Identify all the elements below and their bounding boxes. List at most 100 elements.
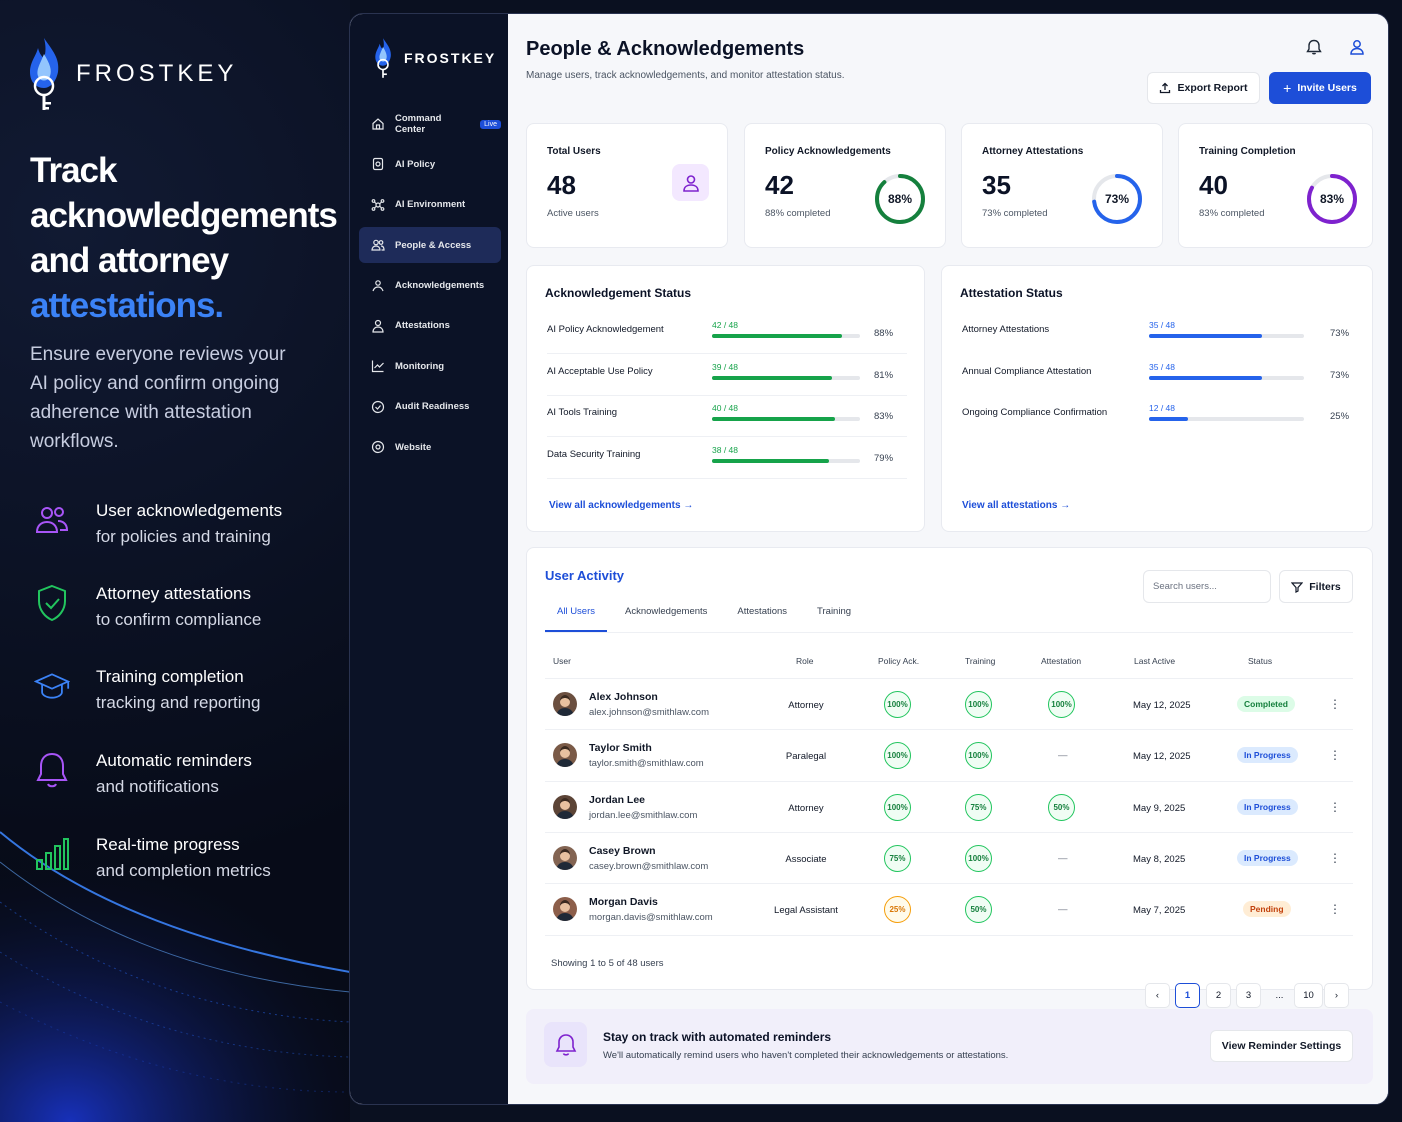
stat-caption: 73% completed [982, 208, 1048, 219]
hero-line-3: and attorney [30, 241, 229, 280]
policy-ack-badge: 75% [884, 844, 911, 872]
bell-icon[interactable] [1305, 38, 1323, 56]
more-options-icon[interactable]: ⋮ [1329, 697, 1341, 711]
section-title: Attestation Status [960, 286, 1063, 300]
bell-icon [34, 748, 70, 792]
sidebar-logo[interactable]: FROSTKEY [372, 36, 496, 80]
sidebar-item-ai-policy[interactable]: AI Policy [359, 146, 501, 182]
progress-bar [1149, 334, 1304, 338]
user-name: Alex Johnson [589, 691, 658, 703]
user-email: morgan.davis@smithlaw.com [589, 912, 713, 924]
sidebar-item-attestations[interactable]: Attestations [359, 308, 501, 344]
arrow-right-icon: → [683, 500, 694, 511]
table-row[interactable]: Morgan Davis morgan.davis@smithlaw.com L… [545, 883, 1353, 934]
policy-ack-badge: 100% [884, 793, 911, 821]
sidebar-nav: Command Center Live AI Policy AI Environ… [359, 106, 501, 470]
sidebar-item-label: Monitoring [395, 360, 445, 372]
table-row[interactable]: Alex Johnson alex.johnson@smithlaw.com A… [545, 678, 1353, 729]
invite-users-button[interactable]: + Invite Users [1269, 72, 1371, 104]
hero-subtitle: Ensure everyone reviews your AI policy a… [30, 344, 286, 452]
filters-button[interactable]: Filters [1279, 570, 1353, 603]
row-label: AI Tools Training [547, 407, 618, 418]
export-report-button[interactable]: Export Report [1147, 72, 1260, 104]
progress-ring: 88% [875, 174, 925, 224]
sidebar-item-website[interactable]: Website [359, 429, 501, 465]
last-active: May 12, 2025 [1133, 700, 1191, 711]
tab-training[interactable]: Training [805, 598, 863, 632]
sidebar-item-label: AI Environment [395, 199, 466, 211]
sidebar-item-monitoring[interactable]: Monitoring [359, 348, 501, 384]
attestation-badge: — [1058, 852, 1068, 864]
prev-page-button[interactable]: ‹ [1145, 983, 1170, 1008]
sidebar-item-label: Attestations [395, 320, 450, 332]
table-row[interactable]: Taylor Smith taylor.smith@smithlaw.com P… [545, 729, 1353, 780]
view-all-acknowledgements-link[interactable]: View all acknowledgements → [549, 500, 693, 511]
tab-all-users[interactable]: All Users [545, 598, 608, 632]
stat-card-attorney-attestations: Attorney Attestations 35 73% completed 7… [961, 123, 1163, 248]
arrow-right-icon: → [1060, 500, 1071, 511]
more-options-icon[interactable]: ⋮ [1329, 851, 1341, 865]
user-profile-icon[interactable] [1348, 38, 1366, 56]
column-header: Last Active [1134, 656, 1176, 666]
activity-tabs: All Users Acknowledgements Attestations … [545, 598, 863, 632]
sidebar-item-command-center[interactable]: Command Center Live [359, 106, 501, 142]
stat-card-training-completion: Training Completion 40 83% completed 83% [1178, 123, 1373, 248]
progress-row: Data Security Training 38 / 48 79% [547, 439, 907, 479]
user-role: Paralegal [785, 751, 827, 763]
feature-title: Real-time progress [96, 835, 240, 854]
page-button[interactable]: 10 [1294, 983, 1323, 1008]
column-header: Training [965, 656, 996, 666]
hero-heading: Track acknowledgements and attorney atte… [30, 148, 340, 328]
sidebar-item-acknowledgements[interactable]: Acknowledgements [359, 268, 501, 304]
person-badge-icon [372, 319, 384, 333]
next-page-button[interactable]: › [1324, 983, 1349, 1008]
link-label: View all attestations [962, 500, 1058, 511]
user-name: Jordan Lee [589, 793, 646, 806]
invite-users-label: Invite Users [1297, 82, 1357, 94]
link-label: View all acknowledgements [549, 500, 681, 511]
progress-bar [1149, 375, 1304, 380]
row-fraction: 39 / 48 [712, 361, 738, 372]
more-options-icon[interactable]: ⋮ [1329, 800, 1341, 814]
tab-acknowledgements[interactable]: Acknowledgements [613, 598, 719, 632]
status-badge: Completed [1237, 696, 1295, 712]
sidebar-item-people-access[interactable]: People & Access [359, 227, 501, 264]
table-row[interactable]: Casey Brown casey.brown@smithlaw.com Ass… [545, 831, 1353, 883]
reminder-title: Stay on track with automated reminders [603, 1030, 832, 1044]
tab-attestations[interactable]: Attestations [725, 598, 799, 632]
view-all-attestations-link[interactable]: View all attestations → [962, 500, 1070, 511]
app-window: FROSTKEY Command Center Live AI Policy A… [349, 13, 1389, 1105]
column-header: Role [796, 656, 814, 666]
page-button[interactable]: 3 [1236, 983, 1261, 1008]
view-reminder-settings-button[interactable]: View Reminder Settings [1210, 1030, 1353, 1062]
plus-icon: + [1283, 80, 1292, 96]
row-percent: 73% [1330, 328, 1350, 339]
last-active: May 9, 2025 [1133, 802, 1186, 814]
progress-ring: 73% [1092, 174, 1142, 224]
globe-icon [371, 441, 385, 454]
hero-accent: attestations. [30, 286, 224, 325]
table-row[interactable]: Jordan Lee jordan.lee@smithlaw.com Attor… [545, 780, 1353, 832]
page-button[interactable]: 1 [1175, 983, 1200, 1008]
page-button[interactable]: 2 [1206, 983, 1231, 1008]
row-percent: 88% [874, 328, 894, 339]
sidebar-item-ai-environment[interactable]: AI Environment [359, 187, 501, 223]
search-input[interactable]: Search users... [1143, 570, 1271, 603]
sidebar-item-label: Website [395, 441, 432, 453]
row-percent: 81% [874, 369, 894, 381]
last-active: May 7, 2025 [1133, 905, 1186, 917]
chart-line-icon [371, 360, 384, 373]
user-role: Associate [785, 853, 827, 865]
feature-item: Automatic reminders and notifications [34, 748, 252, 800]
stat-value: 42 [765, 170, 794, 200]
row-percent: 73% [1330, 369, 1350, 381]
more-options-icon[interactable]: ⋮ [1329, 748, 1341, 762]
policy-ack-badge: 100% [884, 742, 911, 770]
sidebar-item-audit-readiness[interactable]: Audit Readiness [359, 389, 501, 425]
promo-panel: FROSTKEY Track acknowledgements and atto… [0, 0, 350, 1122]
avatar [553, 743, 577, 768]
more-options-icon[interactable]: ⋮ [1329, 902, 1341, 916]
page-ellipsis: ... [1275, 990, 1284, 1001]
stat-value: 40 [1199, 170, 1228, 200]
sidebar-item-label: Acknowledgements [395, 280, 485, 292]
